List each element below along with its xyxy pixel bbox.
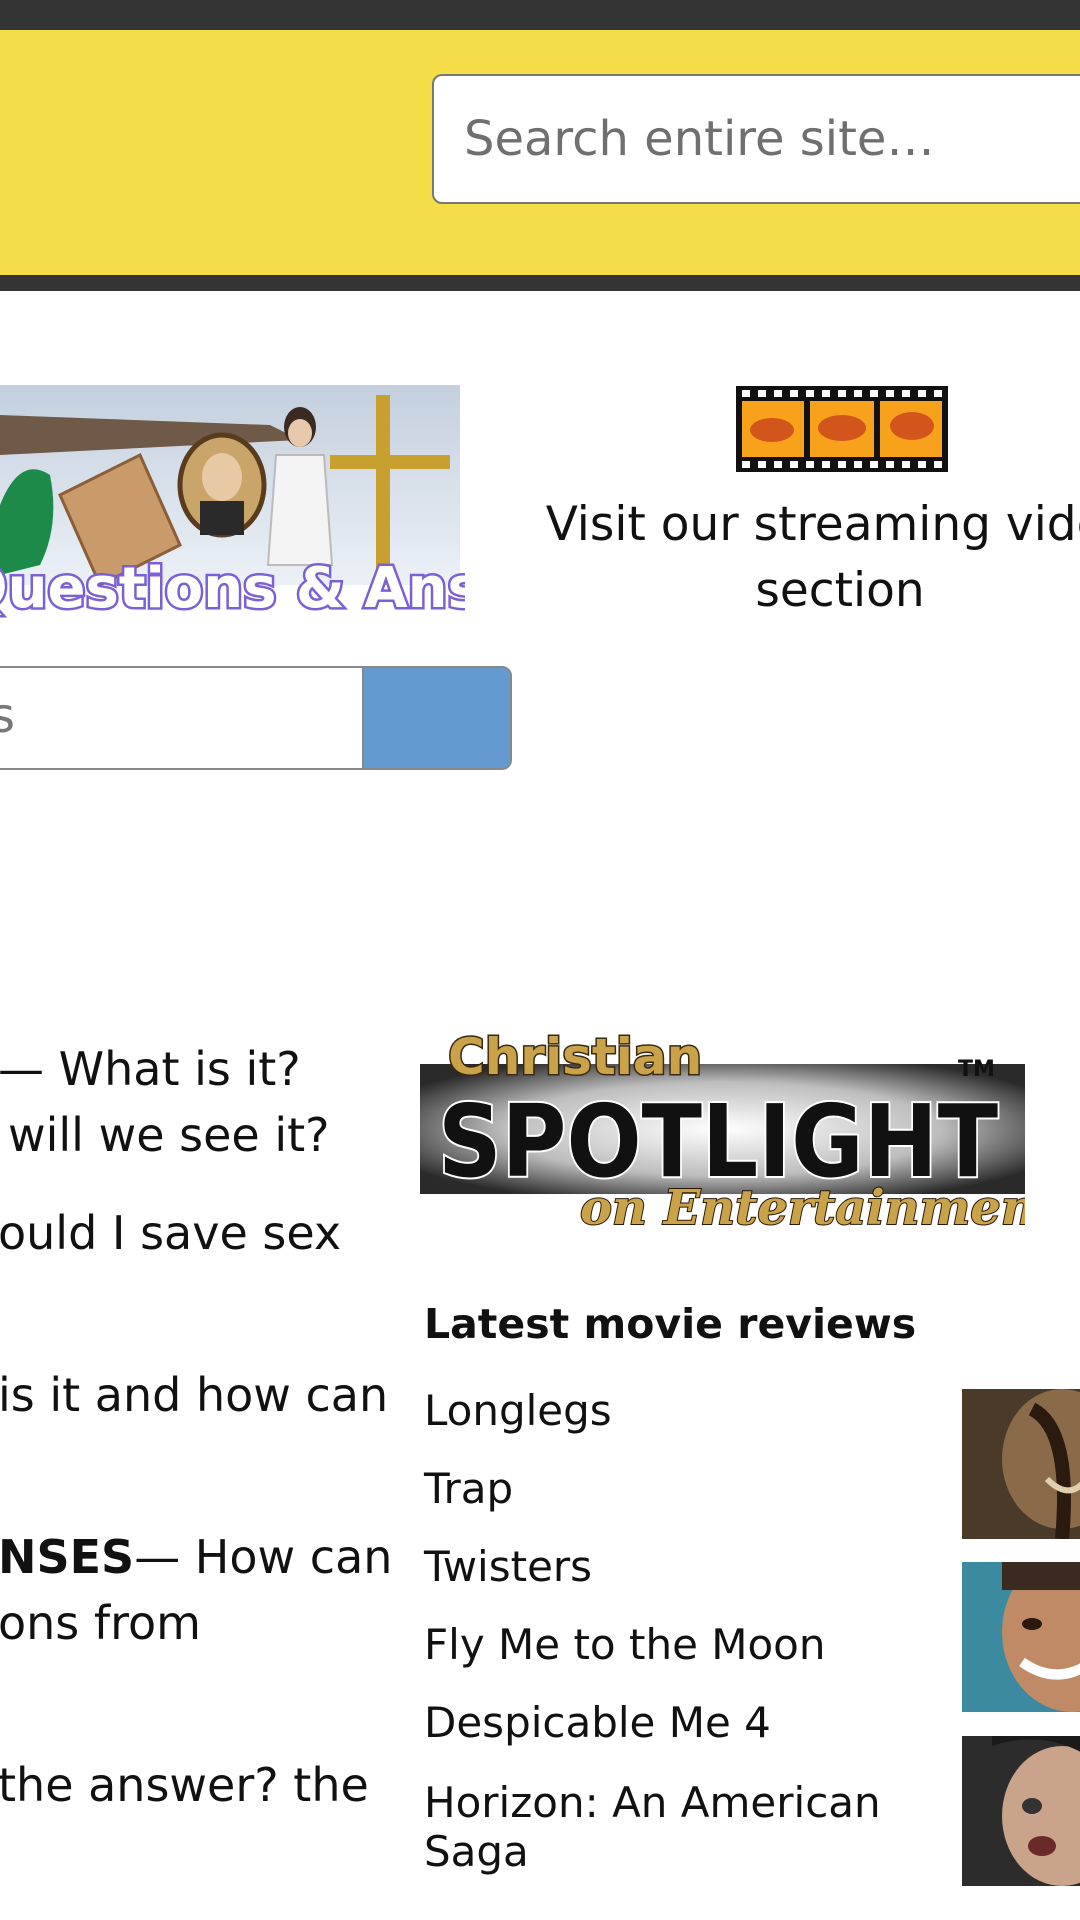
article-line-text: — How can [134, 1530, 393, 1584]
article-line[interactable]: will we see it? [8, 1108, 330, 1162]
review-link-despicable-me-4[interactable]: Despicable Me 4 [424, 1698, 771, 1747]
review-link-fly-me-to-the-moon[interactable]: Fly Me to the Moon [424, 1620, 826, 1669]
review-link-horizon[interactable]: Horizon: An American Saga [424, 1778, 881, 1876]
qa-search-input-text: s [0, 688, 15, 744]
christian-spotlight-logo[interactable]: Christian SPOTLIGHT TM on Entertainment [420, 1018, 1025, 1238]
streaming-video-link[interactable]: Visit our streaming video section [540, 492, 1080, 624]
article-line[interactable]: — What is it? [0, 1042, 301, 1096]
qa-logo-text: Questions & Answers [0, 556, 465, 621]
article-line[interactable]: NSES— How can [0, 1530, 392, 1584]
review-link-longlegs[interactable]: Longlegs [424, 1386, 612, 1435]
article-line[interactable]: is it and how can [0, 1368, 388, 1422]
latest-reviews-heading: Latest movie reviews [424, 1300, 917, 1348]
visit-line-1: Visit our streaming video [545, 497, 1080, 552]
visit-line-2: section [755, 563, 925, 618]
review-title-line-1: Horizon: An American [424, 1778, 881, 1827]
movie-thumbnail[interactable] [962, 1562, 1080, 1712]
qa-search-input[interactable]: s [0, 666, 365, 770]
review-link-trap[interactable]: Trap [424, 1464, 513, 1513]
top-bar [0, 0, 1080, 30]
header-bottom-bar [0, 275, 1080, 291]
article-line[interactable]: ould I save sex [0, 1206, 341, 1260]
movie-thumbnail[interactable] [962, 1389, 1080, 1539]
spotlight-logo-bottom: on Entertainment [580, 1180, 1025, 1236]
article-line[interactable]: the answer? the [0, 1758, 369, 1812]
spotlight-logo-tm: TM [958, 1057, 995, 1082]
qa-search-button[interactable] [362, 666, 512, 770]
film-strip-icon[interactable] [736, 386, 948, 472]
review-link-twisters[interactable]: Twisters [424, 1542, 592, 1591]
review-title-line-2: Saga [424, 1827, 529, 1876]
site-search-input[interactable] [434, 76, 1080, 202]
spotlight-logo-top: Christian [448, 1028, 702, 1086]
site-search-box[interactable] [432, 74, 1080, 204]
questions-answers-logo[interactable]: Questions & Answers [0, 385, 465, 625]
movie-thumbnail[interactable] [962, 1736, 1080, 1886]
article-bold-fragment: NSES [0, 1530, 135, 1584]
article-line[interactable]: ons from [0, 1596, 201, 1650]
